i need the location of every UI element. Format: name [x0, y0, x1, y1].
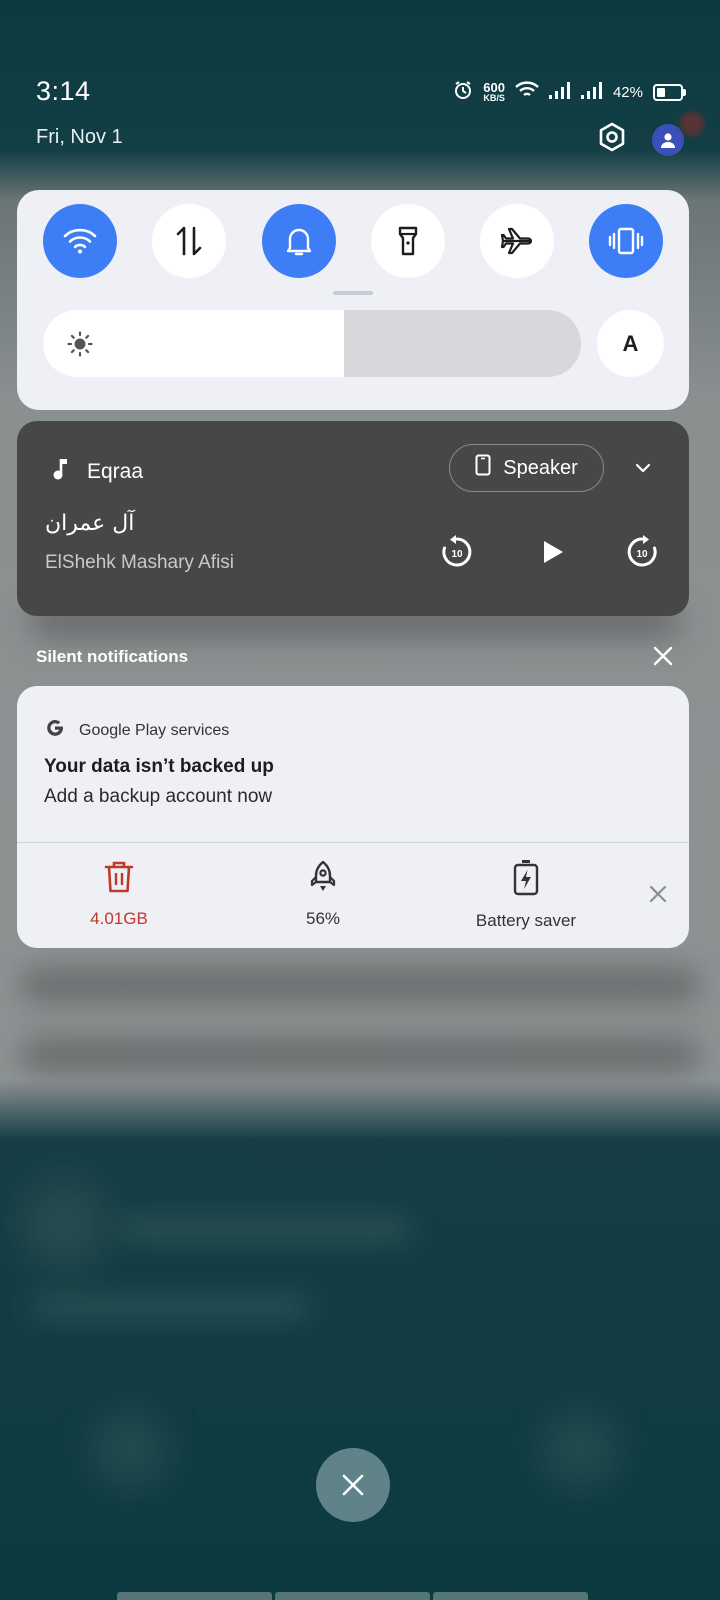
- clear-all-button[interactable]: [316, 1448, 390, 1522]
- user-avatar[interactable]: [652, 123, 684, 156]
- output-device-chip[interactable]: Speaker: [449, 444, 604, 492]
- play-button[interactable]: [532, 532, 572, 572]
- silent-notifications-header: Silent notifications: [36, 647, 189, 666]
- status-time: 3:14: [36, 76, 91, 106]
- battery-saver-action[interactable]: Battery saver: [436, 860, 616, 931]
- alarm-icon: [453, 80, 473, 104]
- track-title: آل عمران: [45, 511, 135, 536]
- brightness-sun-icon: [67, 331, 93, 362]
- memory-boost-label: 56%: [305, 909, 341, 928]
- notification-title: Your data isn’t backed up: [44, 756, 274, 777]
- media-app: Eqraa: [51, 457, 143, 487]
- blurred-badge: [680, 112, 704, 136]
- quick-settings-panel: A: [17, 190, 689, 410]
- vibrate-icon: [608, 227, 644, 255]
- vibrate-toggle[interactable]: [589, 204, 663, 278]
- network-speed-unit: KB/S: [483, 93, 505, 103]
- rewind-seconds-label: 10: [451, 549, 463, 560]
- user-icon: [661, 132, 675, 148]
- notification-card[interactable]: Google Play services Your data isn’t bac…: [17, 686, 689, 948]
- mobile-data-toggle[interactable]: [152, 204, 226, 278]
- flashlight-icon: [398, 226, 418, 256]
- clear-silent-close-icon[interactable]: [652, 645, 674, 672]
- wifi-icon: [515, 81, 539, 103]
- wifi-icon: [63, 228, 97, 254]
- memory-boost-action[interactable]: 56%: [233, 860, 413, 929]
- settings-gear-icon[interactable]: [596, 121, 628, 158]
- brightness-slider[interactable]: [43, 310, 581, 377]
- rewind-10-button[interactable]: 10: [437, 532, 477, 572]
- media-player-card[interactable]: Eqraa Speaker آل عمران ElShehk Mashary A…: [17, 421, 689, 616]
- storage-clean-label: 4.01GB: [90, 909, 148, 928]
- airplane-mode-toggle[interactable]: [480, 204, 554, 278]
- auto-brightness-button[interactable]: A: [597, 310, 664, 377]
- battery-saver-label: Battery saver: [475, 911, 577, 930]
- rewind-10-icon: 10: [442, 535, 472, 567]
- phone-icon: [475, 454, 491, 482]
- sound-toggle[interactable]: [262, 204, 336, 278]
- header-actions: [596, 121, 684, 158]
- close-icon: [342, 1474, 364, 1496]
- dismiss-notification-close-icon[interactable]: [649, 885, 667, 908]
- panel-drag-handle[interactable]: [333, 291, 373, 295]
- notification-app-name: Google Play services: [79, 721, 230, 739]
- battery-saver-icon: [513, 860, 539, 901]
- navigation-bar: [117, 1592, 588, 1600]
- play-icon: [544, 541, 563, 563]
- notification-app: Google Play services: [45, 718, 229, 743]
- forward-10-button[interactable]: 10: [622, 532, 662, 572]
- forward-seconds-label: 10: [636, 549, 648, 560]
- music-note-icon: [51, 457, 71, 487]
- signal-icon: [548, 81, 571, 103]
- google-g-icon: [45, 718, 65, 743]
- media-app-name: Eqraa: [87, 460, 144, 483]
- trash-icon: [103, 860, 135, 899]
- data-arrows-icon: [176, 226, 202, 256]
- rocket-icon: [308, 860, 338, 899]
- battery-percent: 42%: [612, 83, 643, 101]
- forward-10-icon: 10: [627, 535, 657, 567]
- airplane-icon: [500, 227, 533, 255]
- signal-icon: [580, 81, 603, 103]
- notification-divider: [17, 842, 689, 843]
- storage-clean-action[interactable]: 4.01GB: [29, 860, 209, 929]
- flashlight-toggle[interactable]: [371, 204, 445, 278]
- status-icons: 600 KB/S 42%: [453, 80, 686, 104]
- output-device-label: Speaker: [503, 456, 578, 479]
- chevron-down-icon[interactable]: [633, 458, 653, 483]
- notification-text: Add a backup account now: [44, 786, 273, 807]
- wifi-toggle[interactable]: [43, 204, 117, 278]
- battery-icon: [653, 83, 686, 101]
- bell-icon: [286, 228, 312, 256]
- track-artist: ElShehk Mashary Afisi: [45, 552, 235, 573]
- status-date: Fri, Nov 1: [36, 126, 123, 148]
- network-speed: 600 KB/S: [483, 81, 505, 103]
